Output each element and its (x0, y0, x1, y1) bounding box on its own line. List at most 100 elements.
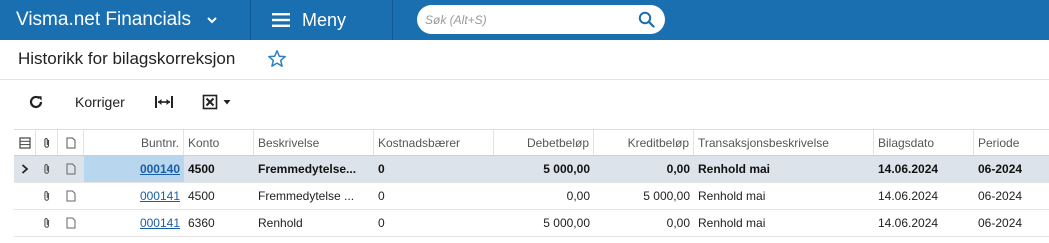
row-note[interactable] (58, 210, 84, 236)
cell-debit: 0,00 (494, 183, 594, 209)
batch-number-link[interactable]: 000140 (140, 162, 180, 176)
row-note[interactable] (58, 156, 84, 182)
fit-width-icon (155, 96, 173, 108)
cell-credit: 0,00 (594, 156, 694, 182)
app-title: Visma.net Financials (16, 9, 191, 30)
cell-debit: 5 000,00 (494, 210, 594, 236)
cell-cost-carrier-text: 0 (378, 162, 385, 176)
grid-header-row: Buntnr. Konto Beskrivelse Kostnadsbærer … (14, 129, 1049, 156)
col-description[interactable]: Beskrivelse (254, 130, 374, 155)
cell-account: 6360 (184, 210, 254, 236)
cell-document-date-text: 14.06.2024 (878, 162, 939, 176)
page-title: Historikk for bilagskorreksjon (18, 49, 236, 68)
search-icon[interactable] (638, 11, 655, 28)
cell-batch-number[interactable]: 000141 (84, 210, 184, 236)
cell-account: 4500 (184, 183, 254, 209)
cell-debit: 5 000,00 (494, 156, 594, 182)
row-attachment[interactable] (36, 156, 58, 182)
row-selector[interactable] (14, 183, 36, 209)
cell-account-text: 4500 (188, 189, 215, 203)
cell-batch-number[interactable]: 000140 (84, 156, 184, 182)
col-transaction-description[interactable]: Transaksjonsbeskrivelse (694, 130, 874, 155)
cell-description: Fremmedytelse ... (254, 183, 374, 209)
row-settings-column[interactable] (14, 130, 36, 155)
cell-document-date-text: 14.06.2024 (878, 216, 939, 230)
search-input[interactable] (425, 8, 630, 31)
cell-period: 06-2024 (974, 156, 1049, 182)
correct-button[interactable]: Korriger (75, 88, 125, 116)
cell-document-date: 14.06.2024 (874, 156, 974, 182)
hamburger-icon (272, 13, 290, 27)
menu-label: Meny (302, 9, 347, 30)
excel-icon (202, 94, 218, 110)
cell-description-text: Fremmedytelse ... (258, 189, 355, 203)
cell-account: 4500 (184, 156, 254, 182)
cell-period: 06-2024 (974, 210, 1049, 236)
col-period[interactable]: Periode (974, 130, 1049, 155)
top-bar: Visma.net Financials Meny (0, 0, 1049, 40)
refresh-button[interactable] (28, 88, 44, 116)
col-batch-number[interactable]: Buntnr. (84, 130, 184, 155)
paperclip-icon (44, 218, 50, 228)
col-document-date[interactable]: Bilagsdato (874, 130, 974, 155)
row-selector[interactable] (14, 210, 36, 236)
cell-debit-text: 0,00 (566, 189, 590, 203)
table-row[interactable]: 000141 4500 Fremmedytelse ... 0 0,00 5 000,00… (14, 183, 1049, 210)
batch-number-link[interactable]: 000141 (140, 189, 180, 203)
export-excel-button[interactable] (202, 88, 232, 116)
col-credit[interactable]: Kreditbeløp (594, 130, 694, 155)
col-cost-carrier[interactable]: Kostnadsbærer (374, 130, 494, 155)
favorite-star-icon[interactable] (267, 49, 287, 69)
cell-debit-text: 5 000,00 (543, 216, 590, 230)
paperclip-icon (44, 191, 50, 201)
note-icon (66, 163, 76, 175)
cell-transaction-description-text: Renhold mai (698, 216, 766, 230)
correct-button-label: Korriger (75, 94, 125, 110)
cell-credit-text: 0,00 (666, 216, 690, 230)
attachment-column (36, 130, 58, 155)
cell-description-text: Renhold (258, 216, 303, 230)
row-attachment[interactable] (36, 210, 58, 236)
cell-document-date-text: 14.06.2024 (878, 189, 939, 203)
note-column (58, 130, 84, 155)
menu-button[interactable]: Meny (262, 0, 392, 40)
cell-transaction-description: Renhold mai (694, 156, 874, 182)
cell-credit-text: 0,00 (666, 162, 690, 176)
page-header: Historikk for bilagskorreksjon (0, 40, 1049, 80)
table-row[interactable]: 000140 4500 Fremmedytelse... 0 5 000,00 0,00 R… (14, 156, 1049, 183)
col-account[interactable]: Konto (184, 130, 254, 155)
cell-period-text: 06-2024 (978, 189, 1023, 203)
divider (250, 0, 251, 40)
cell-period: 06-2024 (974, 183, 1049, 209)
cell-description: Renhold (254, 210, 374, 236)
toolbar: Korriger (0, 88, 1049, 116)
table-row[interactable]: 000141 6360 Renhold 0 5 000,00 0,00 Renhold ma… (14, 210, 1049, 237)
cell-document-date: 14.06.2024 (874, 210, 974, 236)
search-box[interactable] (417, 5, 665, 34)
cell-transaction-description-text: Renhold mai (698, 162, 771, 176)
cell-document-date: 14.06.2024 (874, 183, 974, 209)
cell-credit-text: 5 000,00 (643, 189, 690, 203)
cell-transaction-description: Renhold mai (694, 183, 874, 209)
col-debit[interactable]: Debetbeløp (494, 130, 594, 155)
fit-columns-button[interactable] (155, 88, 173, 116)
cell-period-text: 06-2024 (978, 216, 1023, 230)
cell-batch-number[interactable]: 000141 (84, 183, 184, 209)
batch-number-link[interactable]: 000141 (140, 216, 180, 230)
current-row-arrow-icon (21, 164, 29, 174)
note-icon (66, 217, 76, 229)
app-switcher[interactable]: Visma.net Financials (0, 0, 250, 40)
row-note[interactable] (58, 183, 84, 209)
cell-credit: 5 000,00 (594, 183, 694, 209)
refresh-icon (29, 95, 43, 109)
cell-cost-carrier: 0 (374, 210, 494, 236)
cell-cost-carrier-text: 0 (378, 189, 385, 203)
divider (392, 0, 393, 40)
row-attachment[interactable] (36, 183, 58, 209)
cell-cost-carrier: 0 (374, 183, 494, 209)
cell-credit: 0,00 (594, 210, 694, 236)
row-selector[interactable] (14, 156, 36, 182)
note-icon (66, 190, 76, 202)
cell-debit-text: 5 000,00 (543, 162, 590, 176)
cell-cost-carrier-text: 0 (378, 216, 385, 230)
